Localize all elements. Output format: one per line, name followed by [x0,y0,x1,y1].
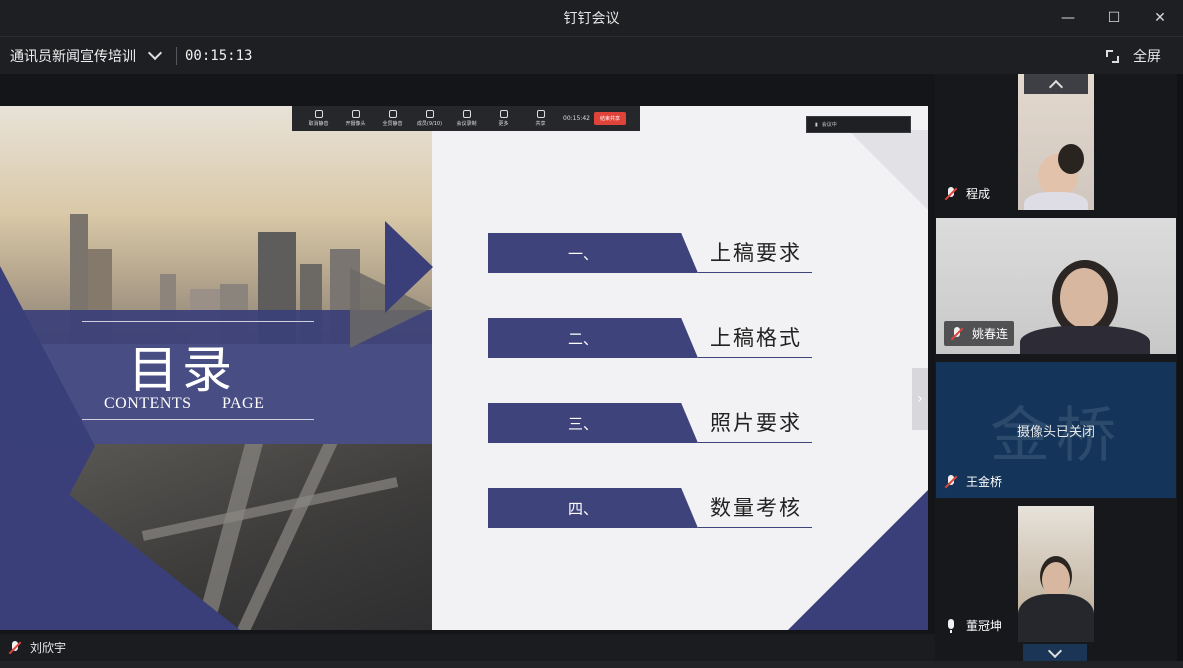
presentation-slide: 目录 CONTENTS PAGE 一、 上稿要求 二、 上稿格式 三、 照片要求… [0,106,928,630]
maximize-icon[interactable]: ☐ [1091,0,1137,36]
share-icon [536,110,545,118]
participant-label: 王金桥 [944,473,1002,490]
window-controls: — ☐ ✕ [1045,0,1183,36]
divider [176,46,177,65]
participant-video [1018,74,1094,210]
chevron-down-icon [147,45,163,60]
participant-tile[interactable]: 董冠坤 [936,506,1176,642]
divider [82,321,314,322]
sidebar-scrollbar[interactable] [1177,74,1183,668]
divider [82,419,314,420]
meeting-name-dropdown[interactable]: 通讯员新闻宣传培训 [10,45,163,66]
mic-muted-icon [8,640,22,655]
close-icon[interactable]: ✕ [1137,0,1183,36]
more-icon [499,110,508,118]
window-title: 钉钉会议 [563,11,620,27]
camera-icon [351,110,360,118]
meeting-info-bar: 通讯员新闻宣传培训 00:15:13 全屏 [0,36,1183,74]
participant-tile[interactable]: 金桥 摄像头已关闭 王金桥 [936,362,1176,498]
participant-name: 王金桥 [966,475,1003,489]
unmute-button: 取消静音 [300,110,337,127]
divider [698,272,812,273]
toc-item-text: 上稿要求 [710,241,802,265]
toc-item: 二、 上稿格式 [488,318,812,358]
toc-item-number: 二、 [488,318,698,358]
presenter-label: 刘欣宇 [0,634,935,661]
chevron-up-icon [1048,79,1064,95]
toc-item: 三、 照片要求 [488,403,812,443]
toc-item-text: 上稿格式 [710,326,802,350]
window-bottom-edge [0,661,1183,668]
toc-item-number: 一、 [488,233,698,273]
mic-muted-icon [950,326,964,341]
next-slide-button[interactable]: › [912,368,928,430]
participant-name: 董冠坤 [966,619,1003,633]
mic-icon [944,618,958,633]
title-bar: 钉钉会议 — ☐ ✕ [0,0,1183,36]
mic-muted-icon [944,474,958,489]
divider [698,527,812,528]
decor-triangle [385,221,433,313]
fullscreen-label: 全屏 [1133,49,1161,65]
fullscreen-button[interactable]: 全屏 [1106,37,1161,75]
more-button: 更多 [485,110,522,127]
meeting-name: 通讯员新闻宣传培训 [10,48,136,65]
toc-item-number: 三、 [488,403,698,443]
chevron-down-icon [1047,643,1063,659]
shared-meeting-toolbar: 取消静音 开摄像头 全员静音 成员(9/10) 会议录制 更多 共享 00:15… [292,106,640,131]
camera-off-message: 摄像头已关闭 [1016,424,1095,440]
camera-button: 开摄像头 [337,110,374,127]
meeting-timer: 00:15:13 [185,47,253,64]
record-icon [462,110,471,118]
divider [698,357,812,358]
minimize-icon[interactable]: — [1045,0,1091,36]
participant-video [1018,506,1094,642]
participant-name: 姚春连 [972,327,1009,341]
signal-icon: ▮ [815,121,818,128]
toc-item: 四、 数量考核 [488,488,812,528]
shared-status-dropdown: ▮ 会议中 [806,116,911,133]
slide-title: 目录 [128,341,236,399]
participants-sidebar: 程成 姚春连 金桥 摄像头已关闭 王金桥 董冠坤 [935,74,1183,668]
participant-tile[interactable]: 程成 [936,74,1176,210]
share-button: 共享 [522,110,559,127]
toc-item-text: 照片要求 [710,411,802,435]
record-button: 会议录制 [448,110,485,127]
end-share-button: 结束共享 [593,112,626,125]
mic-icon [314,110,323,118]
mic-muted-icon [944,186,958,201]
fullscreen-icon [1106,49,1119,63]
chevron-right-icon: › [917,391,923,407]
shared-screen-stage: 目录 CONTENTS PAGE 一、 上稿要求 二、 上稿格式 三、 照片要求… [0,74,935,634]
mute-all-icon [388,110,397,118]
participant-label: 姚春连 [944,321,1015,346]
toc-item-text: 数量考核 [710,496,802,520]
members-button: 成员(9/10) [411,110,448,127]
decor-triangle [0,440,240,630]
mute-all-button: 全员静音 [374,110,411,127]
divider [698,442,812,443]
toc-item: 一、 上稿要求 [488,233,812,273]
shared-timer: 00:15:42 [563,115,590,122]
participant-label: 程成 [944,185,990,202]
slide-subtitle: CONTENTS PAGE [104,395,265,412]
participant-tile[interactable]: 姚春连 [936,218,1176,354]
presenter-name: 刘欣宇 [30,641,67,655]
scroll-up-button[interactable] [1024,74,1088,95]
decor-triangle [848,130,928,210]
participant-name: 程成 [966,187,991,201]
members-icon [425,110,434,118]
participant-label: 董冠坤 [944,617,1002,634]
toc-item-number: 四、 [488,488,698,528]
